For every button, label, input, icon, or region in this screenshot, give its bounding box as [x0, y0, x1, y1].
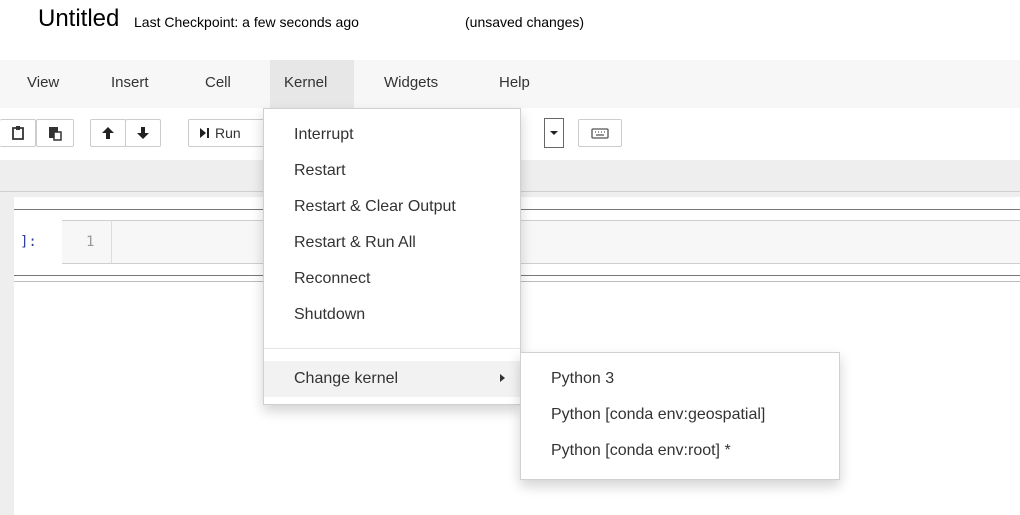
- arrow-up-icon: [101, 126, 115, 140]
- menu-cell[interactable]: Cell: [191, 60, 245, 108]
- kernel-option-geospatial[interactable]: Python [conda env:geospatial]: [521, 397, 839, 433]
- kernel-option-python3[interactable]: Python 3: [521, 361, 839, 397]
- change-kernel-label: Change kernel: [294, 370, 399, 387]
- notebook-page: Untitled Last Checkpoint: a few seconds …: [0, 0, 1020, 515]
- keyboard-shortcuts-button[interactable]: [578, 119, 622, 147]
- arrow-down-icon: [136, 126, 150, 140]
- menu-item-restart-run-all[interactable]: Restart & Run All: [264, 225, 520, 261]
- change-kernel-submenu: Python 3 Python [conda env:geospatial] P…: [520, 352, 840, 480]
- notebook-header: Untitled Last Checkpoint: a few seconds …: [0, 0, 1020, 60]
- code-cell-editor[interactable]: [62, 220, 1020, 264]
- paste-below-button[interactable]: [36, 119, 74, 147]
- submenu-caret-icon: [500, 374, 505, 382]
- input-prompt: ]:: [20, 234, 37, 250]
- menu-divider: [264, 348, 520, 349]
- menu-insert[interactable]: Insert: [97, 60, 163, 108]
- cell-type-select[interactable]: [544, 118, 564, 148]
- kernel-option-root[interactable]: Python [conda env:root] *: [521, 433, 839, 469]
- menu-kernel[interactable]: Kernel: [270, 60, 354, 108]
- menu-item-reconnect[interactable]: Reconnect: [264, 261, 520, 297]
- menu-view[interactable]: View: [13, 60, 73, 108]
- notebook-title[interactable]: Untitled: [38, 4, 119, 34]
- unsaved-status: (unsaved changes): [465, 14, 585, 30]
- menu-item-change-kernel[interactable]: Change kernel: [264, 361, 520, 397]
- kernel-dropdown-menu: Interrupt Restart Restart & Clear Output…: [263, 108, 521, 405]
- paste-below-icon: [47, 125, 63, 141]
- run-button[interactable]: Run: [188, 119, 268, 147]
- paste-button[interactable]: [0, 119, 36, 147]
- line-number: 1: [86, 234, 95, 250]
- move-up-button[interactable]: [90, 119, 126, 147]
- run-label: Run: [215, 125, 241, 141]
- menu-widgets[interactable]: Widgets: [370, 60, 452, 108]
- menu-help[interactable]: Help: [485, 60, 544, 108]
- paste-icon: [11, 125, 25, 141]
- menu-item-interrupt[interactable]: Interrupt: [264, 117, 520, 153]
- menubar: View Insert Cell Kernel Widgets Help: [0, 60, 1020, 108]
- menu-item-restart[interactable]: Restart: [264, 153, 520, 189]
- checkpoint-status: Last Checkpoint: a few seconds ago: [134, 14, 359, 30]
- keyboard-icon: [591, 127, 609, 139]
- move-down-button[interactable]: [125, 119, 161, 147]
- menu-item-shutdown[interactable]: Shutdown: [264, 297, 520, 333]
- dropdown-arrow-icon: [549, 124, 559, 142]
- menu-item-restart-clear-output[interactable]: Restart & Clear Output: [264, 189, 520, 225]
- run-step-icon: [199, 127, 210, 139]
